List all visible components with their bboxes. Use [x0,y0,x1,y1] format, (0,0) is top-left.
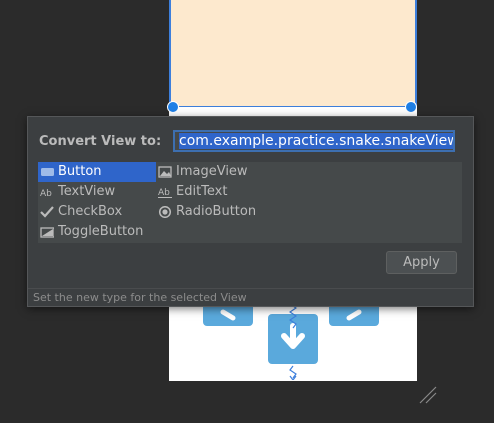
right-resize-handle[interactable] [405,101,417,113]
convert-view-label: Convert View to: [39,134,162,149]
class-name-input[interactable]: com.example.practice.snake.snakeView [173,130,455,152]
list-item-textview[interactable]: Ab TextView [38,182,156,202]
list-item-edittext[interactable]: Ab EditText [156,182,456,202]
image-icon [158,166,172,178]
svg-text:Ab: Ab [40,189,52,198]
svg-text:Ab: Ab [158,188,170,198]
checkmark-icon [40,206,54,218]
list-item-radiobutton[interactable]: RadioButton [156,202,456,222]
constraint-line [177,106,409,107]
radio-icon [158,206,172,218]
selected-view-area[interactable] [169,0,417,107]
class-name-text: com.example.practice.snake.snakeView [179,133,453,149]
list-item-togglebutton[interactable]: ToggleButton [38,222,198,242]
left-resize-handle[interactable] [167,101,179,113]
apply-button[interactable]: Apply [386,251,457,274]
view-type-list: Button ImageView Ab TextView Ab EditText [38,162,462,243]
list-item-button[interactable]: Button [38,162,156,182]
list-item-checkbox[interactable]: CheckBox [38,202,156,222]
resize-grip-icon[interactable] [418,385,440,405]
text-icon: Ab [40,189,52,198]
edittext-icon: Ab [158,188,172,198]
convert-view-dialog: Convert View to: com.example.practice.sn… [27,116,474,307]
button-icon [41,168,54,176]
toggle-icon [40,227,54,238]
status-bar-text: Set the new type for the selected View [28,288,473,306]
vertical-constraint-chain [289,300,297,380]
list-item-imageview[interactable]: ImageView [156,162,456,182]
